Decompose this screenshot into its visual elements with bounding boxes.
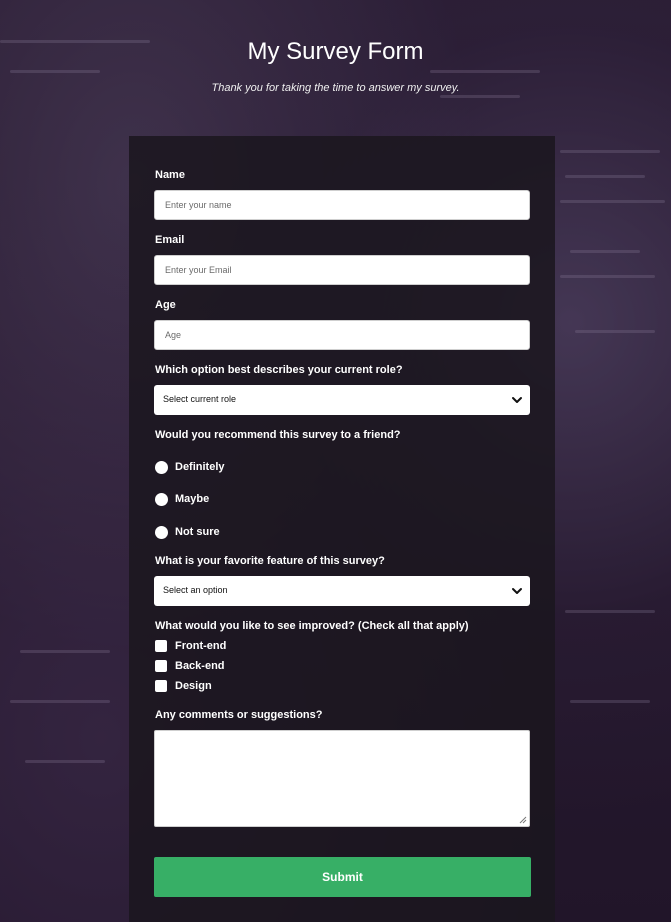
name-input[interactable]: [154, 190, 530, 220]
checkbox-label: Back-end: [175, 660, 225, 672]
radio-definitely[interactable]: Definitely: [155, 459, 225, 475]
radio-maybe[interactable]: Maybe: [155, 491, 209, 507]
role-select[interactable]: Select current role: [154, 385, 530, 415]
radio-button[interactable]: [155, 525, 168, 539]
radio-label: Maybe: [175, 493, 210, 505]
radio-button[interactable]: [155, 492, 168, 506]
checkbox[interactable]: [155, 640, 167, 652]
chevron-down-icon: [512, 588, 522, 594]
page-header: My Survey Form Thank you for taking the …: [0, 36, 671, 94]
improve-label: What would you like to see improved? (Ch…: [155, 620, 469, 632]
email-input[interactable]: [154, 255, 530, 285]
checkbox[interactable]: [155, 660, 167, 672]
name-label: Name: [155, 169, 185, 181]
page-description: Thank you for taking the time to answer …: [211, 82, 460, 94]
chevron-down-icon: [512, 397, 522, 403]
role-select-value: Select current role: [163, 394, 237, 404]
checkbox-label: Front-end: [175, 640, 227, 652]
submit-button[interactable]: Submit: [154, 857, 531, 897]
radio-label: Not sure: [175, 526, 220, 538]
comments-textarea[interactable]: [154, 730, 530, 827]
feature-select-value: Select an option: [163, 585, 228, 595]
comments-label: Any comments or suggestions?: [155, 709, 323, 721]
radio-not-sure[interactable]: Not sure: [155, 524, 220, 540]
email-label: Email: [155, 234, 185, 246]
recommend-label: Would you recommend this survey to a fri…: [155, 429, 401, 441]
checkbox-back-end[interactable]: Back-end: [155, 658, 225, 674]
checkbox-label: Design: [175, 680, 212, 692]
page-title: My Survey Form: [247, 38, 424, 65]
resize-grip-icon[interactable]: [519, 816, 527, 824]
age-label: Age: [155, 299, 176, 311]
radio-button[interactable]: [155, 460, 168, 474]
feature-label: What is your favorite feature of this su…: [155, 555, 385, 567]
age-input[interactable]: [154, 320, 530, 350]
checkbox-front-end[interactable]: Front-end: [155, 638, 226, 654]
checkbox[interactable]: [155, 680, 167, 692]
checkbox-design[interactable]: Design: [155, 678, 212, 694]
survey-form: Name Email Age Which option best describ…: [129, 136, 555, 922]
role-label: Which option best describes your current…: [155, 364, 403, 376]
radio-label: Definitely: [175, 461, 225, 473]
feature-select[interactable]: Select an option: [154, 576, 530, 606]
